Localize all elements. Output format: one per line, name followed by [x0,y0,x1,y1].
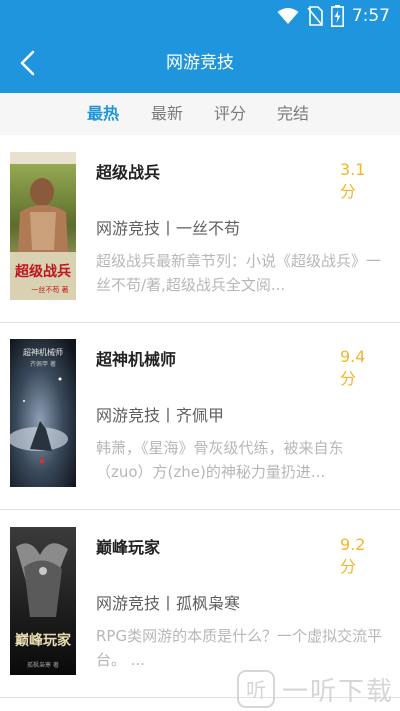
book-score: 9.2 分 [340,534,370,578]
back-button[interactable] [8,43,48,83]
book-title: 超神机械师 [96,350,177,369]
book-score-value: 9.2 [340,535,366,554]
watermark-logo-icon: 听 [236,670,275,708]
app-bar: 网游竞技 [0,33,400,93]
book-cover-title: 超神机械师 [23,347,63,357]
battery-charging-icon [330,5,344,27]
book-score-unit: 分 [340,369,357,388]
watermark: 听 一听下载 [236,669,394,709]
sort-tabs: 最热 最新 评分 完结 [0,93,400,135]
status-bar: 7:57 [0,0,400,33]
page-title: 网游竞技 [166,53,234,73]
book-cover-author: 孤枫枭寒 著 [27,661,59,669]
book-cover-title: 巅峰玩家 [15,632,72,649]
book-cover-title: 超级战兵 [14,263,71,280]
book-cover-author: 一丝不苟 著 [31,285,68,294]
book-score-value: 3.1 [340,160,366,179]
no-sim-icon [307,6,323,26]
book-description: 韩萧，《星海》骨灰级代练，被来自东（zuo）方(zhe)的神秘力量扔进... [96,439,344,481]
book-description: RPG类网游的本质是什么？一个虚拟交流平台。 ... [96,627,383,669]
book-cover-image: 巅峰玩家 孤枫枭寒 著 [10,527,76,675]
status-time: 7:57 [351,6,390,26]
book-meta: 网游竞技丨齐佩甲 [96,406,225,425]
book-list-item[interactable]: 超级战兵 一丝不苟 著 超级战兵 3.1 分 网游竞技丨一丝不苟 超级战兵最新章… [0,135,400,323]
book-cover: 超神机械师 齐佩甲 著 [10,339,76,487]
book-meta: 网游竞技丨一丝不苟 [96,219,241,238]
watermark-logo-char: 听 [246,678,266,702]
tab-newest[interactable]: 最新 [151,93,183,135]
book-cover-author: 齐佩甲 著 [30,360,56,368]
watermark-text: 一听下载 [281,676,394,707]
book-cover: 巅峰玩家 孤枫枭寒 著 [10,527,76,675]
book-score: 3.1 分 [340,159,370,203]
book-score-value: 9.4 [340,347,366,366]
chevron-left-icon [20,50,35,76]
book-cover-image: 超神机械师 齐佩甲 著 [10,339,76,487]
book-title: 超级战兵 [96,163,161,182]
tab-hottest[interactable]: 最热 [87,93,119,135]
wifi-icon [277,8,299,24]
book-score-unit: 分 [340,557,357,576]
book-description: 超级战兵最新章节列：小说《超级战兵》一丝不苟/著,超级战兵全文阅... [96,252,382,294]
status-icons: 7:57 [277,4,390,28]
book-score-unit: 分 [340,182,357,201]
book-cover: 超级战兵 一丝不苟 著 [10,152,76,300]
book-cover-image: 超级战兵 一丝不苟 著 [10,152,76,300]
book-list-item[interactable]: 超神机械师 齐佩甲 著 超神机械师 9.4 分 网游竞技丨齐佩甲 韩萧，《星海》… [0,322,400,510]
book-title: 巅峰玩家 [96,538,161,557]
tab-completed[interactable]: 完结 [277,93,309,135]
book-meta: 网游竞技丨孤枫枭寒 [96,594,241,613]
tab-rating[interactable]: 评分 [214,93,246,135]
book-score: 9.4 分 [340,346,370,390]
